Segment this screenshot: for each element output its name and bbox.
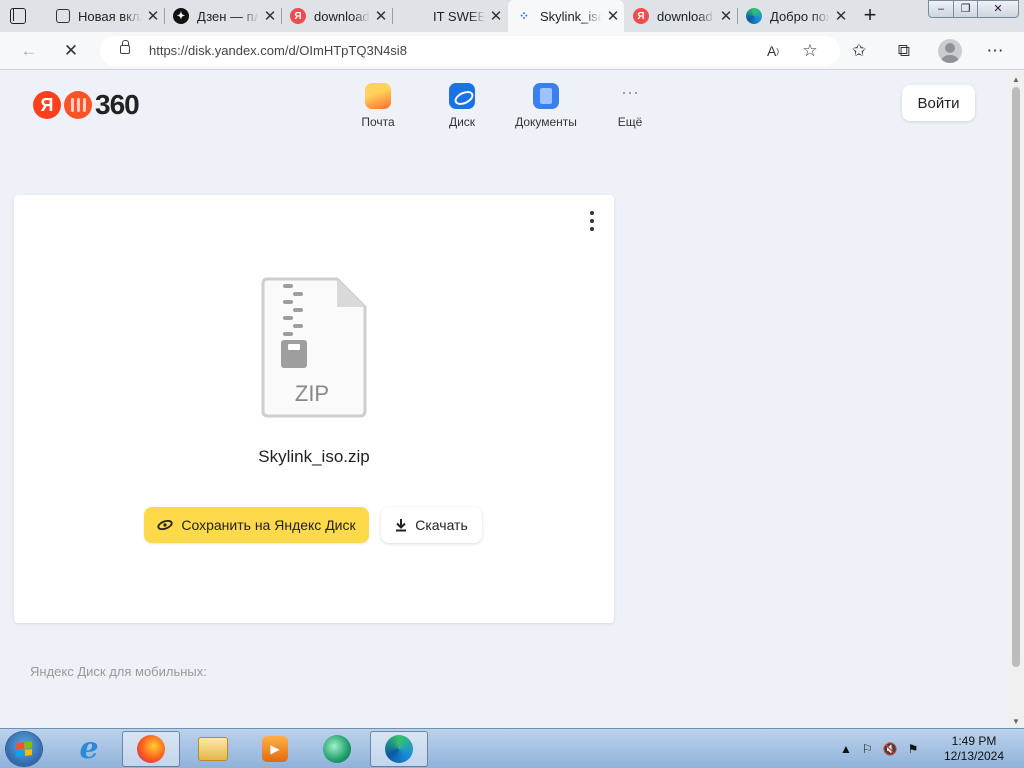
file-explorer-icon[interactable]: [184, 731, 242, 767]
tab-title: Добро пожаловать: [770, 8, 830, 24]
system-tray: ▲ ⚐ 🔇 ⚑: [840, 729, 918, 768]
lock-icon[interactable]: [120, 40, 130, 54]
download-button-label: Скачать: [415, 517, 468, 533]
flag-icon[interactable]: ⚑: [908, 742, 919, 756]
scroll-thumb[interactable]: [1012, 87, 1020, 667]
tab-welcome[interactable]: Добро пожаловать ✕: [738, 0, 852, 32]
dzen-icon: ✦: [173, 8, 189, 24]
tab-title: download: [657, 8, 713, 24]
green-app-icon[interactable]: [308, 731, 366, 767]
collections-icon[interactable]: ⧉: [891, 38, 917, 64]
tab-download-2[interactable]: Я download ✕: [625, 0, 737, 32]
download-icon: [395, 518, 407, 532]
yandex-icon: Я: [290, 8, 306, 24]
tab-title: IT SWEET: [433, 8, 485, 24]
minimize-window-icon[interactable]: –: [928, 0, 954, 18]
documents-icon: [533, 83, 559, 109]
read-aloud-icon[interactable]: A): [760, 38, 786, 64]
close-tab-icon[interactable]: ✕: [259, 7, 281, 25]
scroll-up-icon[interactable]: ▲: [1012, 75, 1020, 84]
download-button[interactable]: Скачать: [381, 507, 482, 543]
close-tab-icon[interactable]: ✕: [602, 7, 624, 25]
action-center-icon[interactable]: ⚐: [862, 742, 873, 756]
browser-toolbar: ← ✕ https://disk.yandex.com/d/OImHTpTQ3N…: [0, 32, 1024, 70]
zip-file-icon: ZIP: [259, 275, 369, 420]
start-button[interactable]: [6, 732, 42, 766]
more-icon: ⋯: [621, 83, 639, 103]
mail-icon: [365, 83, 391, 109]
clock-time: 1:49 PM: [951, 734, 997, 748]
disk-icon: [449, 83, 475, 109]
edge-icon[interactable]: [370, 731, 428, 767]
close-tab-icon[interactable]: ✕: [370, 7, 392, 25]
clock-date: 12/13/2024: [943, 749, 1005, 763]
login-button[interactable]: Войти: [902, 85, 975, 121]
close-tab-icon[interactable]: ✕: [830, 7, 852, 25]
service-documents[interactable]: Документы: [506, 83, 586, 129]
save-button-label: Сохранить на Яндекс Диск: [181, 517, 356, 533]
service-more[interactable]: ⋯ Ещё: [590, 83, 670, 129]
file-card: ZIP Skylink_iso.zip Сохранить на Яндекс …: [14, 195, 614, 623]
media-player-icon[interactable]: ▶: [246, 731, 304, 767]
kebab-menu-icon[interactable]: [588, 211, 596, 231]
firefox-icon[interactable]: [122, 731, 180, 767]
internet-explorer-icon[interactable]: e: [60, 731, 118, 767]
profile-avatar[interactable]: [938, 39, 962, 63]
logo-circle-icon: [64, 91, 92, 119]
show-hidden-icons-icon[interactable]: ▲: [840, 742, 852, 756]
settings-more-icon[interactable]: ⋯: [982, 38, 1008, 64]
restore-window-icon[interactable]: ❐: [953, 0, 978, 18]
yandex-logo-icon: Я: [33, 91, 61, 119]
close-tab-icon[interactable]: ✕: [142, 7, 164, 25]
page-viewport: Я 360 Почта Диск Документы ⋯ Ещё Войти Z…: [0, 71, 1008, 728]
yandex-icon: Я: [633, 8, 649, 24]
tab-dzen[interactable]: ✦ Дзен — платформа ✕: [165, 0, 281, 32]
back-arrow-icon[interactable]: ←: [16, 38, 42, 64]
mobile-apps-text: Яндекс Диск для мобильных:: [30, 664, 207, 679]
calendar-grid-icon: [56, 9, 70, 23]
save-to-disk-button[interactable]: Сохранить на Яндекс Диск: [144, 507, 369, 543]
service-label: Диск: [448, 115, 476, 129]
close-tab-icon[interactable]: ✕: [485, 7, 507, 25]
tab-actions-icon[interactable]: [10, 8, 26, 24]
windows-logo-icon: [16, 741, 32, 757]
stop-loading-icon[interactable]: ✕: [58, 38, 84, 64]
url-text[interactable]: https://disk.yandex.com/d/OImHTpTQ3N4si8: [149, 43, 407, 58]
tab-title: download: [314, 8, 370, 24]
logo-360-text: 360: [95, 89, 140, 120]
favorites-icon[interactable]: ✩: [846, 38, 872, 64]
tab-title: Дзен — платформа: [197, 8, 259, 24]
tab-download-1[interactable]: Я download ✕: [282, 0, 392, 32]
new-tab-icon[interactable]: +: [858, 3, 882, 27]
add-favorite-icon[interactable]: ☆: [797, 38, 823, 64]
disk-save-icon: [157, 519, 173, 531]
tab-new-tab[interactable]: Новая вкладка ✕: [48, 0, 164, 32]
service-label: Документы: [515, 115, 577, 129]
tab-it-sweet[interactable]: IT SWEET ✕: [393, 0, 507, 32]
taskbar-clock[interactable]: 1:49 PM 12/13/2024: [936, 734, 1012, 764]
tab-skylink[interactable]: ⁘ Skylink_iso ✕: [508, 0, 624, 32]
zip-type-label: ZIP: [294, 381, 330, 406]
service-disk[interactable]: Диск: [422, 83, 502, 129]
edge-icon: [746, 8, 762, 24]
service-mail[interactable]: Почта: [338, 83, 418, 129]
close-window-icon[interactable]: ✕: [977, 0, 1019, 18]
yandex-360-logo[interactable]: Я 360: [33, 89, 140, 121]
service-label: Почта: [361, 115, 395, 129]
windows-taskbar: e ▶ ▲ ⚐ 🔇 ⚑ 1:49 PM 12/13/2024: [0, 728, 1024, 768]
close-tab-icon[interactable]: ✕: [715, 7, 737, 25]
scroll-down-icon[interactable]: ▼: [1012, 717, 1020, 726]
loading-spinner-icon: ⁘: [518, 9, 530, 23]
tab-title: Skylink_iso: [540, 8, 602, 24]
page-scrollbar[interactable]: ▲ ▼: [1008, 71, 1024, 728]
tab-bar: Новая вкладка ✕ ✦ Дзен — платформа ✕ Я d…: [0, 0, 1024, 32]
tab-title: Новая вкладка: [78, 8, 142, 24]
service-label: Ещё: [617, 115, 643, 129]
volume-muted-icon[interactable]: 🔇: [883, 742, 898, 756]
address-bar[interactable]: https://disk.yandex.com/d/OImHTpTQ3N4si8: [100, 36, 840, 66]
blank-favicon-icon: [401, 8, 419, 24]
file-name: Skylink_iso.zip: [258, 447, 370, 466]
